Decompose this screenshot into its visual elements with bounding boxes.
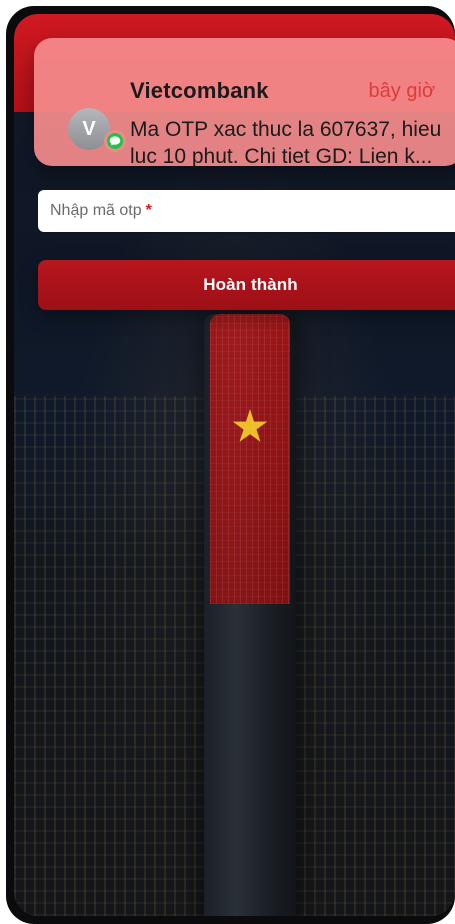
tower-window-lines	[210, 314, 290, 604]
notification-message: Ma OTP xac thuc la 607637, hieu luc 10 p…	[130, 116, 455, 170]
otp-input[interactable]: Nhập mã otp *	[38, 190, 455, 232]
landmark-tower-background	[204, 314, 296, 916]
notification-message-line-1: Ma OTP xac thuc la 607637, hieu	[130, 118, 442, 141]
notification-app-name: Vietcombank	[130, 78, 269, 103]
notification-message-line-2: luc 10 phut. Chi tiet GD: Lien k...	[130, 145, 433, 168]
tower-flag-lights	[210, 314, 290, 604]
otp-placeholder: Nhập mã otp	[50, 202, 142, 219]
notification-time: bây giờ	[368, 80, 435, 102]
required-asterisk: *	[145, 202, 152, 219]
complete-button[interactable]: Hoàn thành	[38, 260, 455, 310]
sms-notification-banner[interactable]: V Vietcombank bây giờ Ma OTP xac thuc la…	[34, 38, 455, 168]
avatar-initial: V	[82, 117, 96, 140]
messages-app-badge-icon	[104, 130, 126, 152]
screen: V Vietcombank bây giờ Ma OTP xac thuc la…	[14, 14, 455, 916]
phone-frame: V Vietcombank bây giờ Ma OTP xac thuc la…	[6, 6, 455, 924]
message-bubble-icon	[109, 136, 121, 146]
